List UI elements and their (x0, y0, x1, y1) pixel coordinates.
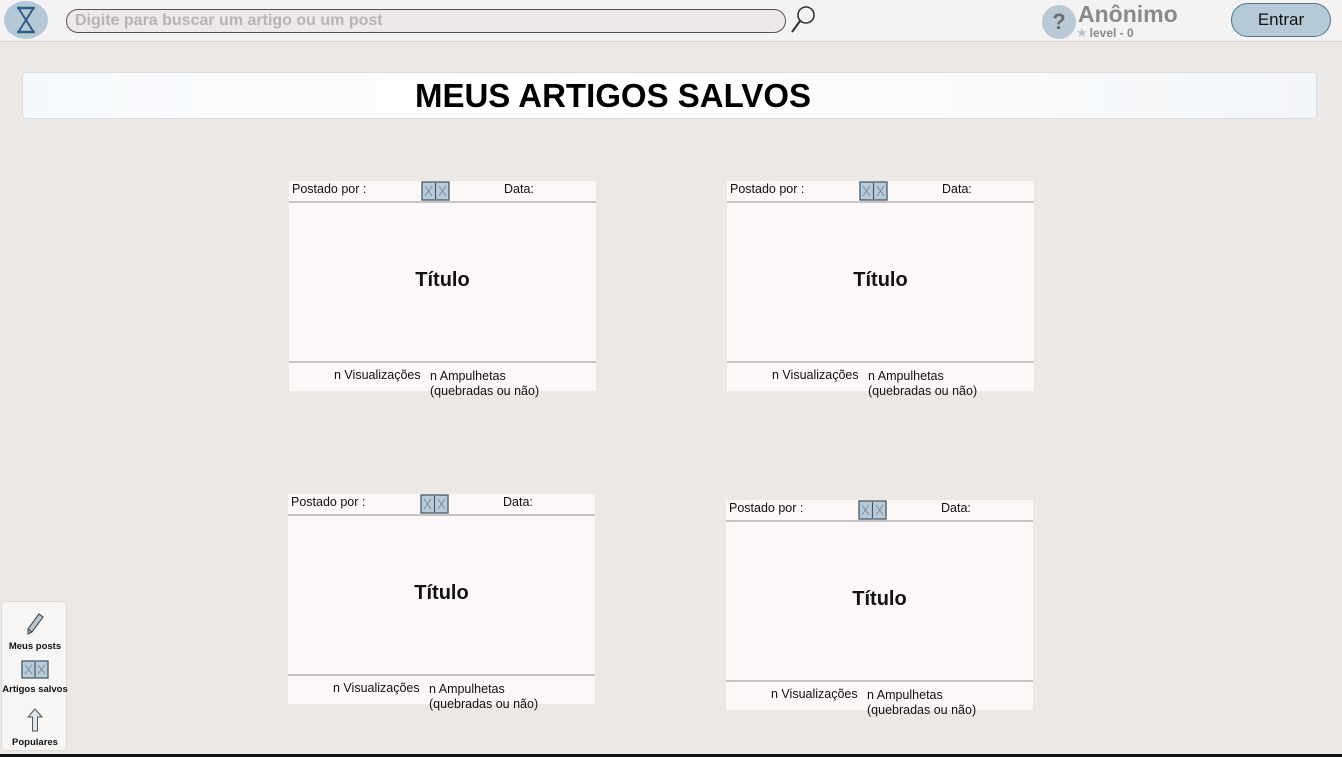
date-label: Data: (941, 501, 971, 515)
views-count: n Visualizações (333, 681, 420, 695)
card-header: Postado por : Data: (726, 500, 1033, 520)
search-input[interactable] (66, 9, 786, 33)
date-label: Data: (503, 495, 533, 509)
views-count: n Visualizações (771, 687, 858, 701)
posted-by-label: Postado por : (729, 501, 804, 515)
posted-by-label: Postado por : (730, 182, 805, 196)
date-label: Data: (504, 182, 534, 196)
views-count: n Visualizações (772, 368, 859, 382)
user-level-label: level - 0 (1089, 26, 1134, 40)
help-button[interactable]: ? (1042, 5, 1076, 39)
book-icon[interactable] (859, 181, 888, 201)
card-footer: n Visualizações n Ampulhetas (quebradas … (288, 676, 595, 711)
card-footer: n Visualizações n Ampulhetas (quebradas … (727, 363, 1034, 398)
hourglasses-count: n Ampulhetas (quebradas ou não) (429, 682, 538, 712)
saved-article-card: Postado por : Data: Título n Visualizaçõ… (289, 181, 596, 398)
card-body[interactable]: Título (727, 203, 1034, 361)
book-icon[interactable] (858, 500, 887, 520)
posted-by-label: Postado por : (292, 182, 367, 196)
card-header: Postado por : Data: (727, 181, 1034, 201)
hourglasses-line2: (quebradas ou não) (868, 384, 978, 398)
nav-item-my-posts[interactable]: Meus posts (2, 612, 68, 652)
user-name: Anônimo (1078, 1, 1178, 27)
hourglasses-line2: (quebradas ou não) (867, 703, 977, 717)
card-title: Título (852, 588, 907, 610)
card-footer: n Visualizações n Ampulhetas (quebradas … (726, 682, 1033, 717)
saved-article-card: Postado por : Data: Título n Visualizaçõ… (726, 500, 1033, 717)
saved-article-card: Postado por : Data: Título n Visualizaçõ… (727, 181, 1034, 398)
star-icon: ★ (1076, 25, 1088, 40)
card-body[interactable]: Título (726, 522, 1033, 680)
page: ? Anônimo ★ level - 0 Entrar MEUS ARTIGO… (0, 0, 1342, 757)
nav-item-label: Populares (12, 737, 58, 748)
nav-item-popular[interactable]: Populares (2, 708, 68, 748)
hourglasses-line1: n Ampulhetas (430, 369, 506, 383)
posted-by-label: Postado por : (291, 495, 366, 509)
nav-item-label: Artigos salvos (2, 684, 68, 695)
hourglasses-line1: n Ampulhetas (867, 688, 943, 702)
card-title: Título (415, 269, 470, 291)
hourglasses-line2: (quebradas ou não) (430, 384, 540, 398)
book-icon (21, 660, 49, 679)
hourglass-logo-icon[interactable] (4, 1, 48, 39)
page-title-banner: MEUS ARTIGOS SALVOS (22, 72, 1317, 119)
help-label: ? (1052, 9, 1066, 34)
hourglasses-line2: (quebradas ou não) (429, 697, 539, 711)
hourglasses-line1: n Ampulhetas (429, 682, 505, 696)
card-header: Postado por : Data: (289, 181, 596, 201)
book-icon[interactable] (420, 494, 449, 514)
hourglasses-line1: n Ampulhetas (868, 369, 944, 383)
page-title: MEUS ARTIGOS SALVOS (414, 77, 812, 114)
card-body[interactable]: Título (288, 516, 595, 674)
user-level: ★ level - 0 (1076, 25, 1134, 41)
saved-article-card: Postado por : Data: Título n Visualizaçõ… (288, 494, 595, 711)
views-count: n Visualizações (334, 368, 421, 382)
date-label: Data: (942, 182, 972, 196)
card-title: Título (414, 582, 469, 604)
arrow-up-icon (26, 708, 44, 732)
book-icon[interactable] (421, 181, 450, 201)
card-header: Postado por : Data: (288, 494, 595, 514)
hourglasses-count: n Ampulhetas (quebradas ou não) (868, 369, 977, 399)
search-icon[interactable] (789, 4, 817, 36)
nav-item-saved-articles[interactable]: Artigos salvos (2, 660, 68, 695)
login-button[interactable]: Entrar (1231, 3, 1331, 37)
hourglasses-count: n Ampulhetas (quebradas ou não) (430, 369, 539, 399)
card-footer: n Visualizações n Ampulhetas (quebradas … (289, 363, 596, 398)
card-body[interactable]: Título (289, 203, 596, 361)
card-title: Título (853, 269, 908, 291)
side-nav: Meus posts Artigos salvos Populares (1, 601, 68, 751)
top-bar: ? Anônimo ★ level - 0 Entrar (0, 0, 1342, 42)
pencil-icon (27, 613, 44, 635)
hourglasses-count: n Ampulhetas (quebradas ou não) (867, 688, 976, 718)
nav-item-label: Meus posts (8, 641, 62, 652)
